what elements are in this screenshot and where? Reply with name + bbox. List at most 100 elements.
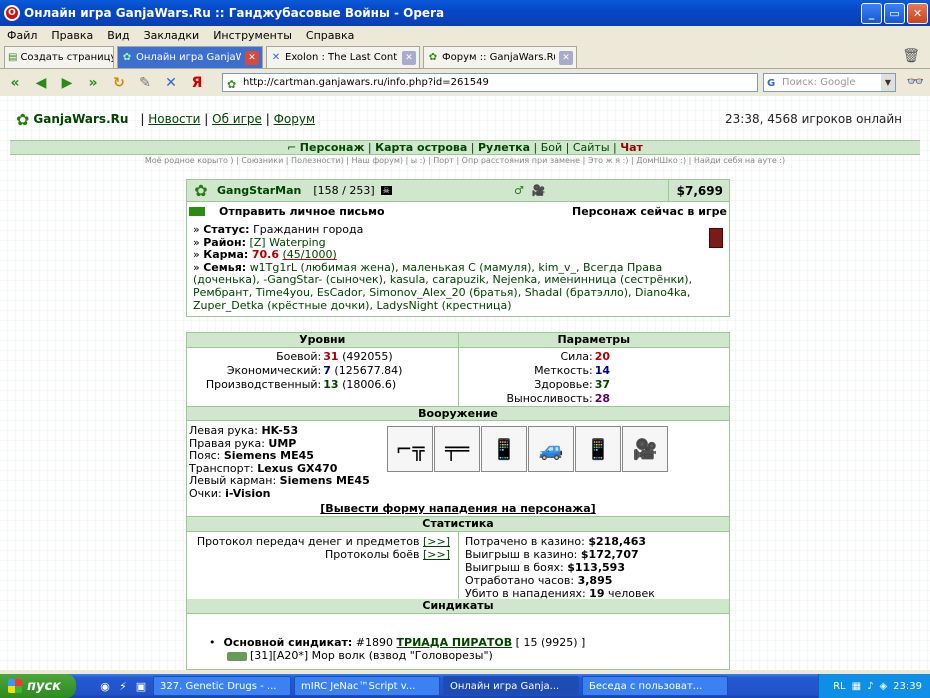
weapon-name[interactable]: UMP [268, 437, 296, 450]
karma-label: Карма: [203, 248, 249, 262]
shield-icon[interactable]: ◈ [879, 681, 887, 692]
weapon-name[interactable]: Siemens ME45 [280, 474, 370, 488]
new-page-icon: ▤ [8, 51, 18, 63]
nav-chat[interactable]: Чат [620, 141, 643, 154]
weapon-name[interactable]: Lexus GX470 [257, 462, 337, 475]
camera-icon: 🎥 [531, 184, 546, 197]
tab-forum[interactable]: ✿ Форум :: GanjaWars.Ru ... ✕ [423, 46, 577, 68]
volume-icon[interactable]: ♪ [867, 681, 873, 692]
phone-icon[interactable]: 📱 [481, 426, 527, 472]
sub-nav[interactable]: Моё родное корыто ) | Союзники | Полезно… [10, 156, 920, 165]
minimize-button[interactable]: _ [861, 2, 882, 24]
taskbar: пуск ◉ ⚡ ▣ 327. Genetic Drugs - ... mIRC… [0, 674, 930, 698]
winamp-icon[interactable]: ⚡ [114, 680, 132, 693]
nav-map[interactable]: Карта острова [375, 141, 467, 154]
phone-icon[interactable]: 📱 [575, 426, 621, 472]
glasses-icon[interactable]: 👓 [907, 74, 924, 90]
chevron-down-icon[interactable]: ▼ [881, 74, 895, 91]
protocol-link[interactable]: [>>] [423, 548, 450, 561]
attack-form-link[interactable]: [Вывести форму нападения на персонажа] [186, 501, 730, 517]
site-logo[interactable]: GanjaWars.Ru [33, 112, 128, 126]
nav-sites[interactable]: Сайты [573, 141, 610, 154]
site-header: ✿ GanjaWars.Ru | Новости | Об игре | Фор… [16, 109, 316, 129]
menu-edit[interactable]: Правка [44, 29, 100, 42]
status-value: Гражданин города [253, 223, 364, 236]
menu-file[interactable]: Файл [0, 29, 44, 42]
page-content: ✿ GanjaWars.Ru | Новости | Об игре | Фор… [0, 96, 930, 670]
task-opera[interactable]: Онлайн игра Ganja... [443, 676, 579, 696]
link-news[interactable]: Новости [148, 112, 200, 126]
menu-tools[interactable]: Инструменты [206, 29, 299, 42]
nav-roulette[interactable]: Рулетка [478, 141, 530, 154]
syndicate-name[interactable]: ТРИАДА ПИРАТОВ [397, 636, 513, 649]
stat-value: $218,463 [588, 535, 647, 548]
forward-icon[interactable]: ▶ [56, 73, 78, 93]
level-label: Боевой: [276, 350, 322, 363]
menu-help[interactable]: Справка [299, 29, 361, 42]
stop-icon[interactable]: ✕ [160, 73, 182, 93]
weapon-name[interactable]: i-Vision [225, 487, 270, 500]
pirate-flag-icon: ☠ [380, 186, 392, 195]
player-name[interactable]: GangStarMan [217, 184, 301, 197]
start-button[interactable]: пуск [0, 674, 76, 698]
main-syndicate-label: Основной синдикат: [223, 636, 353, 649]
task-chat[interactable]: Беседа с пользоват... [582, 676, 728, 696]
level-value: 7 [323, 364, 331, 377]
weapon-name[interactable]: HK-53 [261, 424, 298, 437]
profile-details: » Статус: Гражданин города » Район: [Z] … [187, 220, 729, 316]
task-genetic-drugs[interactable]: 327. Genetic Drugs - ... [153, 676, 291, 696]
family-value[interactable]: w1Tg1rL (любимая жена), маленькая С (мам… [193, 261, 692, 312]
close-button[interactable]: ✕ [907, 2, 928, 24]
rewind-icon[interactable]: « [4, 73, 26, 93]
send-mail-link[interactable]: Отправить личное письмо [219, 205, 385, 218]
nav-fight[interactable]: Бой [541, 141, 562, 154]
menu-bookmarks[interactable]: Закладки [137, 29, 207, 42]
param-row: Выносливость: 28 [459, 392, 730, 406]
tab-close-icon[interactable]: ✕ [559, 50, 573, 65]
edit-icon[interactable]: ✎ [134, 73, 156, 93]
weapon-row: Очки: i-Vision [189, 487, 385, 501]
opera-icon[interactable]: ◉ [96, 680, 114, 693]
tab-close-icon[interactable]: ✕ [245, 50, 259, 65]
tab-new-page[interactable]: ▤ Создать страницу [4, 46, 114, 68]
stat-value: $172,707 [580, 548, 639, 561]
male-icon: ♂ [513, 184, 524, 197]
language-indicator[interactable]: RL [833, 681, 846, 692]
fast-forward-icon[interactable]: » [82, 73, 104, 93]
tab-ganjawars[interactable]: ✿ Онлайн игра GanjaWars... ✕ [117, 46, 263, 68]
protocol-link[interactable]: [>>] [423, 535, 450, 548]
tab-exolon[interactable]: ✕ Exolon : The Last Contin... ✕ [266, 46, 420, 68]
network-icon[interactable]: ▦ [852, 681, 861, 692]
task-mirc[interactable]: mIRC JeNac™Script v... [294, 676, 440, 696]
reload-icon[interactable]: ↻ [108, 73, 130, 93]
online-count: 23:38, 4568 игроков онлайн [725, 112, 902, 126]
menu-view[interactable]: Вид [100, 29, 136, 42]
trash-icon[interactable]: 🗑 [902, 48, 920, 64]
address-bar[interactable]: ✿ http://cartman.ganjawars.ru/info.php?i… [222, 73, 758, 92]
maximize-button[interactable]: ▭ [884, 2, 905, 24]
rifle-icon[interactable]: ⌐╦ [387, 426, 433, 472]
back-icon[interactable]: ◀ [30, 73, 52, 93]
clock: 23:39 [893, 680, 922, 692]
param-row: Меткость: 14 [459, 364, 730, 378]
car-icon[interactable]: 🚙 [528, 426, 574, 472]
search-input[interactable]: G Поиск: Google ▼ [763, 73, 896, 92]
link-forum[interactable]: Форум [274, 112, 315, 126]
folder-icon[interactable]: ▣ [132, 680, 150, 693]
navigation-toolbar: « ◀ ▶ » ↻ ✎ ✕ Я ✿ http://cartman.ganjawa… [0, 70, 930, 96]
district-value[interactable]: [Z] Waterping [249, 236, 325, 249]
param-row: Сила: 20 [459, 350, 730, 364]
stat-label: Выигрыш в казино: [465, 548, 578, 561]
param-value: 28 [594, 392, 611, 405]
level-extra: (492055) [342, 350, 393, 363]
link-about[interactable]: Об игре [212, 112, 262, 126]
level-row: Боевой: 31 (492055) [187, 350, 458, 364]
weapon-name[interactable]: Siemens ME45 [224, 449, 314, 462]
tab-close-icon[interactable]: ✕ [402, 50, 416, 65]
smg-icon[interactable]: ╤═ [434, 426, 480, 472]
karma-extra[interactable]: (45/1000) [282, 248, 336, 261]
yandex-icon[interactable]: Я [186, 73, 208, 93]
goggles-icon[interactable]: 🎥 [622, 426, 668, 472]
nav-character[interactable]: Персонаж [300, 141, 365, 154]
params-header: Параметры [458, 333, 729, 348]
